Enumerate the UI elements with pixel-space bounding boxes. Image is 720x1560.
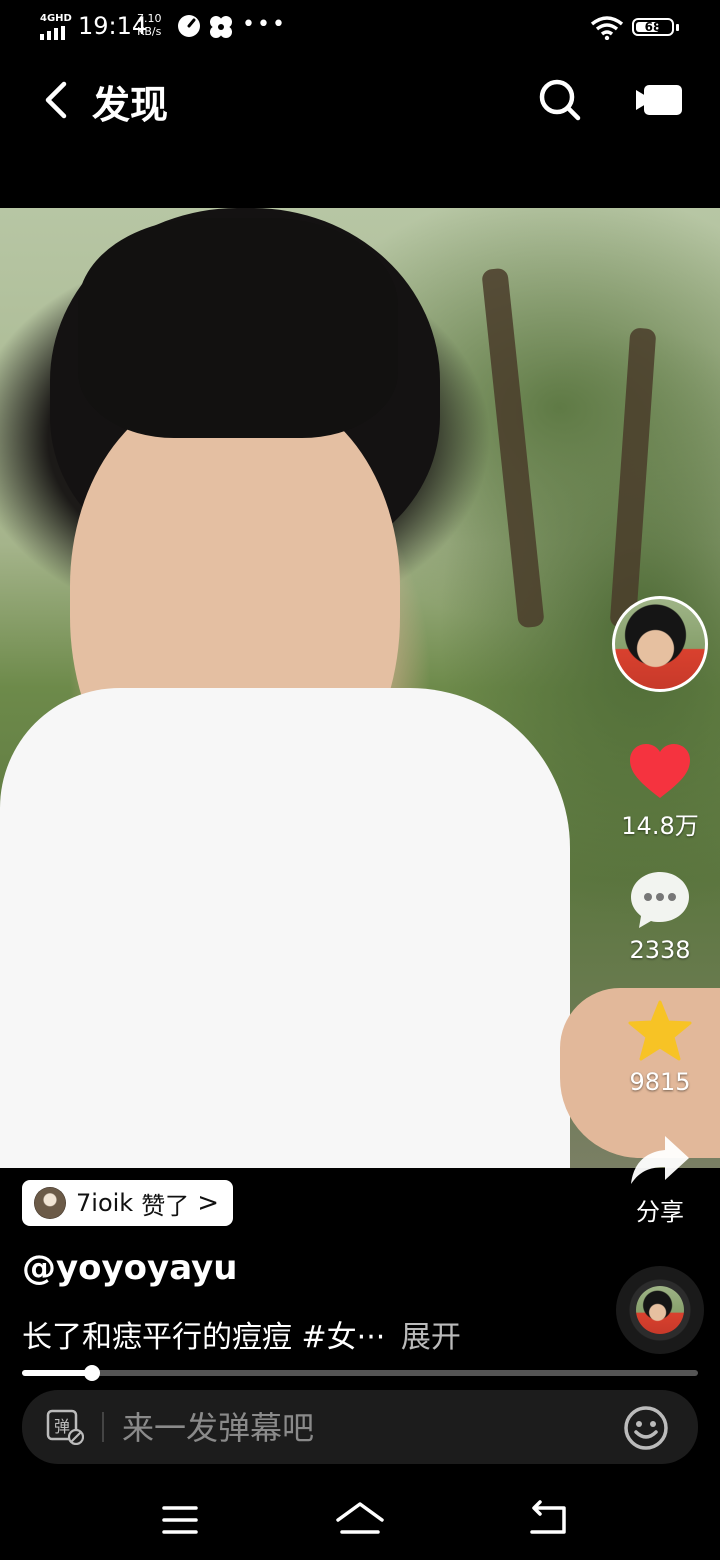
progress-knob[interactable] — [84, 1365, 101, 1381]
liked-by-avatar — [34, 1187, 66, 1219]
battery-level: 68 — [644, 20, 662, 34]
danmaku-toggle-icon[interactable]: 弹 — [46, 1409, 84, 1445]
favorite-count: 9815 — [629, 1068, 691, 1096]
page-title: 发现 — [92, 83, 169, 127]
fan-icon — [210, 16, 232, 38]
danmaku-divider — [102, 1412, 104, 1442]
battery-nub — [676, 24, 679, 31]
comment-button[interactable]: 2338 — [620, 870, 700, 964]
battery-icon: 68 — [632, 18, 674, 36]
chevron-right-icon: > — [197, 1188, 219, 1218]
liked-by-action: 赞了 — [141, 1191, 190, 1220]
danmaku-toggle-glyph: 弹 — [54, 1417, 70, 1436]
music-disc-cover — [636, 1286, 684, 1334]
expand-caption-button[interactable]: 展开 — [401, 1320, 461, 1355]
danmaku-bar: 弹 — [22, 1390, 698, 1464]
tree-trunk — [481, 267, 545, 629]
progress-bar[interactable] — [22, 1365, 698, 1381]
comment-icon — [631, 872, 689, 928]
back-icon[interactable] — [518, 1498, 578, 1542]
wifi-icon — [590, 16, 624, 40]
signal-icon — [40, 26, 65, 40]
tree-trunk — [609, 327, 657, 629]
favorite-button[interactable]: 9815 — [620, 1000, 700, 1096]
more-notifications-icon: ••• — [242, 12, 287, 37]
heart-icon — [630, 744, 690, 798]
share-label: 分享 — [636, 1198, 684, 1226]
back-arrow-icon[interactable] — [38, 78, 78, 122]
speedometer-icon — [178, 15, 200, 37]
video-camera-icon[interactable] — [634, 80, 686, 120]
home-icon[interactable] — [330, 1498, 390, 1542]
share-button[interactable]: 分享 — [620, 1134, 700, 1227]
network-type: 4GHD — [40, 13, 72, 24]
network-speed: 7.10 KB/s — [137, 12, 162, 38]
video-player[interactable] — [0, 208, 720, 1168]
progress-fill — [22, 1370, 93, 1376]
video-subject-bangs — [78, 218, 398, 438]
share-arrow-icon — [631, 1136, 689, 1184]
like-count: 14.8万 — [621, 812, 699, 840]
top-header: 发现 — [0, 56, 720, 146]
danmaku-input[interactable] — [120, 1402, 594, 1454]
search-icon[interactable] — [536, 76, 584, 124]
star-icon — [628, 1000, 692, 1061]
liked-by-chip[interactable]: 7ioik 赞了 > — [22, 1180, 233, 1226]
like-button[interactable]: 14.8万 — [620, 742, 700, 841]
caption-text: 长了和痣平行的痘痘 #女··· — [22, 1320, 386, 1355]
video-subject-shirt — [0, 688, 570, 1168]
music-disc[interactable] — [616, 1266, 704, 1354]
video-caption: 长了和痣平行的痘痘 #女··· 展开 — [22, 1312, 461, 1356]
liked-by-user: 7ioik — [76, 1189, 134, 1217]
emoji-icon[interactable] — [622, 1404, 670, 1452]
system-nav-bar — [0, 1480, 720, 1560]
comment-count: 2338 — [629, 936, 691, 964]
creator-username[interactable]: @yoyoyayu — [22, 1248, 237, 1288]
status-bar: 4GHD 19:14 7.10 KB/s ••• 68 — [0, 0, 720, 56]
creator-avatar[interactable] — [612, 596, 708, 692]
menu-icon[interactable] — [150, 1498, 210, 1542]
